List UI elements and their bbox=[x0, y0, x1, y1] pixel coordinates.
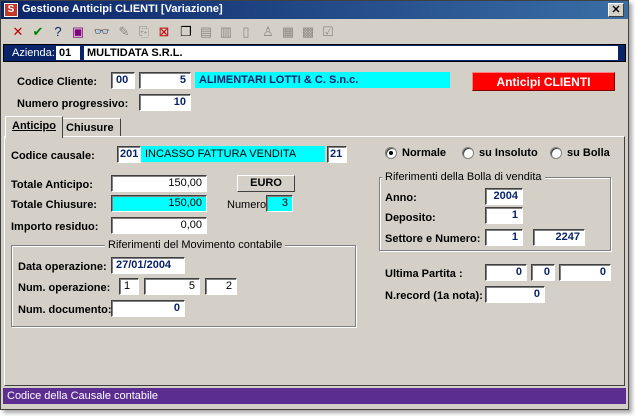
codice-cliente-label: Codice Cliente: bbox=[17, 76, 98, 88]
numero-label: Numero: bbox=[227, 199, 270, 211]
data-operazione-field[interactable]: 27/01/2004 bbox=[111, 257, 185, 274]
close-button[interactable]: ✕ bbox=[608, 3, 624, 17]
causale-code-field[interactable]: 201 bbox=[117, 146, 141, 163]
anno-field[interactable]: 2004 bbox=[485, 188, 523, 205]
num-operazione-field-1[interactable]: 1 bbox=[119, 278, 139, 295]
status-text: Codice della Causale contabile bbox=[7, 390, 159, 402]
importo-residuo-field[interactable]: 0,00 bbox=[111, 217, 207, 234]
window-title: Gestione Anticipi CLIENTI [Variazione] bbox=[22, 3, 223, 15]
movimento-group-title: Riferimenti del Movimento contabile bbox=[105, 239, 286, 251]
azienda-name: MULTIDATA S.R.L. bbox=[84, 46, 618, 60]
bolla-group-title: Riferimenti della Bolla di vendita bbox=[382, 171, 545, 183]
tab-chiusure[interactable]: Chiusure bbox=[59, 118, 121, 137]
app-window: S Gestione Anticipi CLIENTI [Variazione]… bbox=[0, 0, 629, 410]
checklist-icon: ☑ bbox=[322, 24, 334, 39]
confirm-icon[interactable]: ✔ bbox=[29, 23, 47, 41]
totale-chiusure-label: Totale Chiusure: bbox=[11, 199, 97, 211]
form-icon: ▩ bbox=[301, 24, 315, 39]
causale-extra-field[interactable]: 21 bbox=[327, 146, 347, 163]
app-icon: S bbox=[4, 3, 18, 17]
causale-description: INCASSO FATTURA VENDITA bbox=[141, 146, 325, 162]
ultima-partita-label: Ultima Partita : bbox=[385, 268, 463, 280]
num-documento-label: Num. documento: bbox=[18, 304, 112, 316]
anno-label: Anno: bbox=[385, 192, 417, 204]
toolbar: ✕ ✔? ▣ 👓 ✎ ⎘ ⊠ ❐ ▤ ▥ ▯ ♙ ▦ ▩ ☑ bbox=[3, 21, 626, 43]
currency-label: EURO bbox=[237, 175, 295, 192]
binoculars-icon[interactable]: 👓 bbox=[93, 23, 111, 41]
codice-causale-label: Codice causale: bbox=[11, 150, 95, 162]
radio-normale-label: Normale bbox=[402, 147, 447, 159]
azienda-code: 01 bbox=[56, 46, 80, 60]
numero-progressivo-field[interactable]: 10 bbox=[139, 94, 191, 111]
cliente-code1-field[interactable]: 00 bbox=[111, 72, 135, 89]
copy-icon[interactable]: ❐ bbox=[177, 23, 195, 41]
azienda-label: Azienda: bbox=[12, 47, 55, 59]
status-bar: Codice della Causale contabile bbox=[3, 388, 626, 404]
deposito-label: Deposito: bbox=[385, 212, 436, 224]
num-documento-field[interactable]: 0 bbox=[111, 300, 185, 317]
numero-field: 3 bbox=[266, 195, 293, 212]
ultima-partita-field-3[interactable]: 0 bbox=[559, 264, 611, 281]
numero-progressivo-label: Numero progressivo: bbox=[17, 98, 129, 110]
report-icon: ▦ bbox=[281, 24, 295, 39]
cliente-code2-field[interactable]: 5 bbox=[139, 72, 191, 89]
data-operazione-label: Data operazione: bbox=[18, 261, 107, 273]
cliente-name: ALIMENTARI LOTTI & C. S.n.c. bbox=[195, 72, 450, 88]
bolla-numero-field[interactable]: 2247 bbox=[533, 229, 585, 246]
cancel-record-icon[interactable]: ⊠ bbox=[155, 23, 173, 41]
user-icon: ♙ bbox=[262, 24, 274, 39]
totale-anticipo-label: Totale Anticipo: bbox=[11, 179, 93, 191]
book-icon[interactable]: ▣ bbox=[69, 23, 87, 41]
anticipi-clienti-button[interactable]: Anticipi CLIENTI bbox=[472, 72, 615, 91]
paste-icon: ▤ bbox=[199, 24, 213, 39]
deposito-field[interactable]: 1 bbox=[485, 207, 523, 224]
copy-record-icon: ⎘ bbox=[138, 24, 150, 39]
ultima-partita-field-1[interactable]: 0 bbox=[485, 264, 527, 281]
num-operazione-field-3[interactable]: 2 bbox=[205, 278, 237, 295]
settore-numero-label: Settore e Numero: bbox=[385, 233, 481, 245]
num-operazione-field-2[interactable]: 5 bbox=[144, 278, 200, 295]
document-icon: ▯ bbox=[242, 24, 250, 39]
totale-anticipo-field[interactable]: 150,00 bbox=[111, 175, 207, 192]
num-operazione-label: Num. operazione: bbox=[18, 282, 111, 294]
radio-normale[interactable] bbox=[385, 147, 397, 159]
totale-chiusure-field: 150,00 bbox=[111, 195, 207, 212]
nrecord-label: N.record (1a nota): bbox=[385, 290, 483, 302]
radio-su-insoluto-label: su Insoluto bbox=[479, 147, 538, 159]
clipboard-icon: ▥ bbox=[219, 24, 233, 39]
ultima-partita-field-2[interactable]: 0 bbox=[531, 264, 555, 281]
delete-icon[interactable]: ✕ bbox=[9, 23, 27, 41]
importo-residuo-label: Importo residuo: bbox=[11, 221, 99, 233]
radio-su-bolla[interactable] bbox=[550, 147, 562, 159]
settore-field[interactable]: 1 bbox=[485, 229, 523, 246]
nrecord-field[interactable]: 0 bbox=[485, 286, 545, 303]
help-icon[interactable]: ? bbox=[49, 23, 67, 41]
radio-su-insoluto[interactable] bbox=[462, 147, 474, 159]
radio-dot bbox=[389, 151, 393, 155]
edit-icon: ✎ bbox=[118, 24, 130, 39]
azienda-bar: Azienda: 01 MULTIDATA S.R.L. bbox=[3, 44, 626, 62]
radio-su-bolla-label: su Bolla bbox=[567, 147, 610, 159]
tab-anticipo[interactable]: Anticipo bbox=[5, 116, 63, 138]
title-bar[interactable]: S Gestione Anticipi CLIENTI [Variazione]… bbox=[1, 1, 628, 19]
